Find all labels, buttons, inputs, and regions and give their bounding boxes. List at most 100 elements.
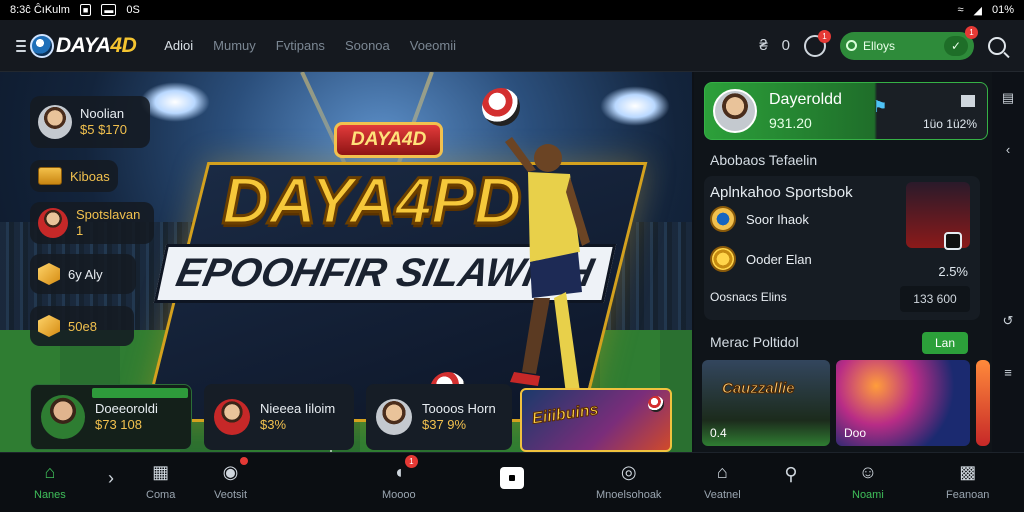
list-icon[interactable]: ≡	[1004, 365, 1012, 380]
nav-item-3[interactable]: Fvtipans	[276, 38, 325, 53]
card-icon: ▦	[152, 461, 170, 482]
nav-profile-label: Noami	[852, 489, 884, 501]
game-thumbnail-title: Cauzzallie	[722, 380, 796, 398]
user-icon: ☺	[858, 461, 878, 482]
coin-icon[interactable]: ₴	[759, 37, 767, 54]
sportsbook-title: Aplnkahoo Sportsbok	[710, 184, 853, 201]
row-label: Oosnacs Elins	[710, 290, 787, 304]
avatar	[713, 89, 757, 133]
player-card[interactable]: Toooos Horn $37 9%	[366, 384, 512, 450]
section-title: Abobaos Tefaelin	[710, 152, 818, 168]
right-rail: ▤ ‹ ↺ ≡	[992, 72, 1024, 452]
refresh-icon[interactable]: ↺	[1003, 313, 1014, 329]
player-card[interactable]: Nieeea Iiloim $3%	[204, 384, 354, 450]
row-percent: 2.5%	[938, 264, 968, 279]
floodlight-icon	[600, 86, 670, 126]
nav-home-label: Nanes	[34, 489, 66, 501]
top-header: DAYA4D Adioi Mumuy Fvtipans Soonoa Voeom…	[0, 20, 1024, 72]
nav-gift[interactable]: ◎ Mnoelsohoak	[596, 461, 661, 502]
signal-icon: ◢	[973, 4, 982, 17]
player-card-value: $3%	[260, 417, 287, 432]
pill-badge: 1	[965, 25, 978, 39]
player-card-name: Nieeea Iiloim	[260, 401, 336, 416]
user-name: Dayeroldd	[769, 91, 842, 108]
nav-inbox-label: Feanoan	[946, 489, 990, 501]
nav-item-5[interactable]: Voeomii	[410, 38, 456, 53]
game-thumbnail[interactable]: Doo	[836, 360, 970, 446]
logo[interactable]: DAYA4D	[30, 33, 137, 58]
status-card-icon: ▬	[101, 4, 117, 16]
nav-card-label: Coma	[146, 489, 176, 501]
winner-amount: $5 $170	[80, 122, 127, 137]
promo-thumbnail[interactable]: Eiiibuins	[520, 388, 672, 452]
nav-arrow[interactable]: ›	[100, 467, 122, 489]
bonus-chip[interactable]: Kiboas	[30, 160, 118, 192]
notification-badge: 1	[818, 29, 831, 43]
game-thumbnail[interactable]	[976, 360, 990, 446]
flag-icon: ⚑	[873, 99, 888, 116]
player-card-value: $73 108	[95, 417, 142, 432]
nav-home[interactable]: ⌂ Nanes	[34, 461, 66, 502]
nav-chat-badge: 1	[404, 455, 418, 468]
avatar	[214, 399, 250, 435]
nav-inbox[interactable]: ▩ Feanoan	[946, 461, 990, 502]
check-icon: ✓	[944, 35, 968, 56]
game-thumbnail-caption: Doo	[844, 426, 867, 440]
soccer-ball-icon	[648, 396, 664, 412]
nav-item-1[interactable]: Adioi	[164, 38, 193, 53]
nav-chat[interactable]: ◖ 1 Moooo	[382, 455, 418, 501]
arrow-icon: ›	[108, 467, 114, 488]
nav-hot-badge	[239, 457, 248, 465]
logo-text-b: 4D	[110, 33, 137, 57]
coin-icon	[710, 206, 736, 232]
inbox-icon: ▩	[959, 461, 977, 482]
row-label: Ooder Elan	[746, 251, 812, 267]
treasure-chest-icon	[38, 167, 62, 185]
player-card-name: Doeeoroldi	[95, 401, 158, 416]
nav-search[interactable]: ⚲	[780, 463, 802, 485]
bonus-chip-label: Kiboas	[70, 168, 110, 184]
cube-chip-2[interactable]: 50e8	[30, 306, 134, 346]
logo-text-a: DAYA	[56, 33, 111, 57]
view-all-button[interactable]: Lan	[922, 332, 968, 354]
gold-cube-icon	[38, 263, 60, 285]
notification-icon[interactable]: 1	[804, 29, 831, 57]
player-card-value: $37 9%	[422, 417, 467, 432]
status-bar: 8:3ĉ ĈıKulm ■ ▬ 0S ≈ ◢ 01%	[0, 0, 1024, 20]
deposit-label: Elloys	[863, 38, 896, 53]
center-action-button[interactable]	[500, 467, 524, 489]
sportsbook-card[interactable]: Aplnkahoo Sportsbok Soor Ihaok Ooder Ela…	[704, 176, 980, 320]
player-card-name: Toooos Horn	[422, 401, 496, 416]
sports-chip[interactable]: Spotslavan 1	[30, 202, 154, 244]
nav-house[interactable]: ⌂ Veatnel	[704, 461, 741, 502]
search-icon[interactable]	[988, 36, 1006, 55]
soccer-ball-icon	[482, 88, 520, 126]
home-icon: ⌂	[44, 461, 56, 482]
gift-icon: ◎	[620, 461, 637, 482]
nav-item-4[interactable]: Soonoa	[345, 38, 390, 53]
sportsbook-row[interactable]: Soor Ihaok	[710, 206, 809, 232]
cube-chip-2-label: 50e8	[68, 318, 97, 334]
user-card[interactable]: Dayeroldd ⚑ 931.20 1üo 1ü2%	[704, 82, 988, 140]
cube-chip[interactable]: 6y Aly	[30, 254, 136, 294]
deposit-button[interactable]: Elloys ✓ 1	[840, 25, 978, 60]
status-carrier: 0S	[126, 4, 140, 16]
house-icon: ⌂	[716, 461, 728, 482]
share-icon[interactable]	[944, 232, 962, 250]
nav-hot[interactable]: ◉ Veotsit	[214, 457, 248, 501]
collapse-icon[interactable]: ‹	[1006, 142, 1010, 157]
game-thumbnail-caption: 0.4	[710, 426, 727, 440]
nav-profile[interactable]: ☺ Noami	[852, 461, 884, 502]
status-app-icon: ■	[79, 4, 92, 16]
winner-card[interactable]: Noolian $5 $170	[30, 96, 150, 148]
menu-icon[interactable]	[16, 39, 26, 52]
avatar	[38, 105, 72, 139]
sportsbook-row[interactable]: Ooder Elan	[710, 246, 812, 272]
nav-item-2[interactable]: Mumuy	[213, 38, 256, 53]
game-thumbnail[interactable]: Cauzzallie 0.4	[702, 360, 830, 446]
wallet-icon[interactable]	[961, 95, 975, 107]
sportsbook-row[interactable]: Oosnacs Elins	[710, 290, 787, 304]
calendar-icon[interactable]: ▤	[1002, 90, 1014, 106]
right-panel: Dayeroldd ⚑ 931.20 1üo 1ü2% Abobaos Tefa…	[694, 72, 992, 452]
nav-card[interactable]: ▦ Coma	[146, 461, 176, 502]
